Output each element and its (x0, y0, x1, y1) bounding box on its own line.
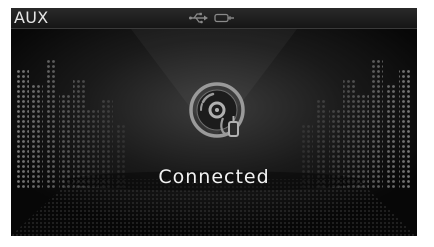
disc-with-cable-icon (189, 82, 245, 138)
connection-status: Connected (158, 166, 270, 188)
usb-icon (189, 12, 208, 24)
status-icons (189, 12, 234, 24)
aux-plug-icon (214, 13, 234, 23)
header-bar: AUX (11, 8, 417, 29)
aux-screen: AUX Connected (11, 8, 417, 236)
source-title: AUX (14, 8, 49, 27)
